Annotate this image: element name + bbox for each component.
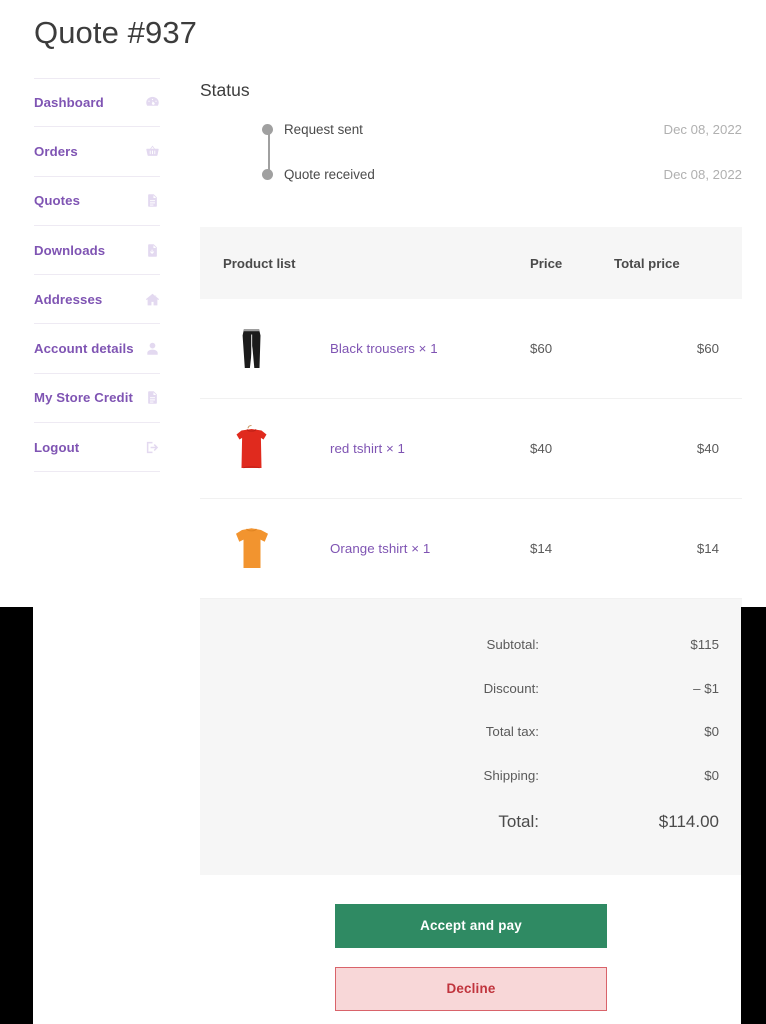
black-trousers-thumbnail[interactable] — [223, 320, 280, 377]
product-name-link[interactable]: Black trousers × 1 — [330, 341, 438, 356]
sidebar-item-addresses[interactable]: Addresses — [34, 275, 160, 325]
sidebar-item-label: Orders — [34, 143, 78, 159]
timeline-event-date: Dec 08, 2022 — [663, 122, 742, 137]
sidebar-item-account-details[interactable]: Account details — [34, 324, 160, 374]
totals-label: Subtotal: — [486, 637, 540, 653]
viewport-letterbox-right — [741, 607, 766, 1024]
table-row: Orange tshirt × 1 $14 $14 — [200, 499, 742, 599]
basket-icon — [145, 144, 160, 159]
product-price: $40 — [530, 441, 553, 456]
totals-row-shipping: Shipping: $0 — [223, 754, 719, 798]
sidebar-item-label: My Store Credit — [34, 390, 133, 406]
download-document-icon — [145, 243, 160, 258]
product-total-price: $60 — [696, 341, 719, 356]
account-sidebar-nav: Dashboard Orders Quotes Downloads Addres — [34, 78, 160, 473]
status-heading: Status — [200, 80, 250, 100]
quote-detail-page: Quote #937 Dashboard Orders Quotes Downl… — [0, 0, 766, 1024]
product-total-price: $40 — [696, 441, 719, 456]
product-cell: red tshirt × 1 — [223, 420, 530, 477]
page-title: Quote #937 — [34, 15, 198, 50]
timeline-dot-icon — [262, 123, 273, 135]
totals-row-grand-total: Total: $114.00 — [223, 797, 719, 847]
product-name-link[interactable]: red tshirt × 1 — [330, 441, 405, 456]
red-tshirt-thumbnail[interactable] — [223, 420, 280, 477]
sidebar-item-label: Downloads — [34, 242, 106, 258]
totals-value: $115 — [690, 637, 719, 653]
totals-value: $0 — [704, 724, 719, 740]
product-cell: Black trousers × 1 — [223, 320, 530, 377]
sidebar-item-label: Addresses — [34, 291, 103, 307]
totals-value: $114.00 — [658, 812, 719, 831]
product-price: $60 — [530, 341, 553, 356]
timeline-dot-icon — [262, 168, 273, 180]
product-price: $14 — [530, 541, 553, 556]
sidebar-item-label: Dashboard — [34, 95, 104, 111]
product-table: Product list Price Total price Black tro… — [200, 227, 742, 875]
order-totals-panel: Subtotal: $115 Discount: – $1 Total tax:… — [200, 599, 742, 875]
totals-row-subtotal: Subtotal: $115 — [223, 623, 720, 667]
product-total-price: $14 — [696, 541, 719, 556]
sidebar-item-quotes[interactable]: Quotes — [34, 177, 160, 226]
timeline-event: Request sent Dec 08, 2022 — [262, 118, 742, 141]
sidebar-item-logout[interactable]: Logout — [34, 423, 160, 473]
totals-value: $0 — [704, 767, 719, 783]
sidebar-item-orders[interactable]: Orders — [34, 127, 160, 177]
column-header-product: Product list — [223, 255, 296, 271]
sidebar-item-downloads[interactable]: Downloads — [34, 226, 160, 276]
totals-label: Total: — [498, 812, 539, 831]
accept-and-pay-button[interactable]: Accept and pay — [335, 904, 607, 948]
timeline-event-date: Dec 08, 2022 — [663, 167, 742, 182]
totals-value: – $1 — [693, 680, 719, 696]
orange-tshirt-thumbnail[interactable] — [223, 520, 280, 577]
product-cell: Orange tshirt × 1 — [223, 520, 530, 577]
sidebar-item-my-store-credit[interactable]: My Store Credit — [34, 374, 160, 424]
table-row: Black trousers × 1 $60 $60 — [200, 299, 742, 399]
sidebar-item-label: Logout — [34, 439, 80, 455]
user-icon — [145, 341, 160, 356]
timeline-event-label: Request sent — [284, 122, 363, 137]
totals-label: Total tax: — [485, 724, 539, 740]
sidebar-item-label: Quotes — [34, 193, 81, 209]
totals-row-total-tax: Total tax: $0 — [223, 710, 719, 754]
gauge-icon — [145, 95, 160, 110]
totals-label: Shipping: — [483, 767, 539, 783]
table-header-row: Product list Price Total price — [200, 227, 742, 299]
decline-button[interactable]: Decline — [335, 967, 607, 1011]
status-timeline: Request sent Dec 08, 2022 Quote received… — [262, 118, 742, 186]
totals-row-discount: Discount: – $1 — [223, 667, 719, 711]
document-icon — [145, 193, 160, 208]
logout-icon — [145, 440, 160, 455]
timeline-event: Quote received Dec 08, 2022 — [262, 163, 742, 186]
product-name-link[interactable]: Orange tshirt × 1 — [330, 541, 430, 556]
column-header-total: Total price — [614, 255, 680, 271]
table-row: red tshirt × 1 $40 $40 — [200, 399, 742, 499]
totals-label: Discount: — [483, 680, 539, 696]
viewport-letterbox-left — [0, 607, 33, 1024]
home-icon — [145, 292, 160, 307]
sidebar-item-label: Account details — [34, 341, 134, 357]
document-icon — [145, 390, 160, 405]
timeline-event-label: Quote received — [284, 167, 375, 182]
column-header-price: Price — [530, 255, 563, 271]
quote-actions: Accept and pay Decline — [335, 904, 607, 1011]
sidebar-item-dashboard[interactable]: Dashboard — [34, 78, 160, 128]
